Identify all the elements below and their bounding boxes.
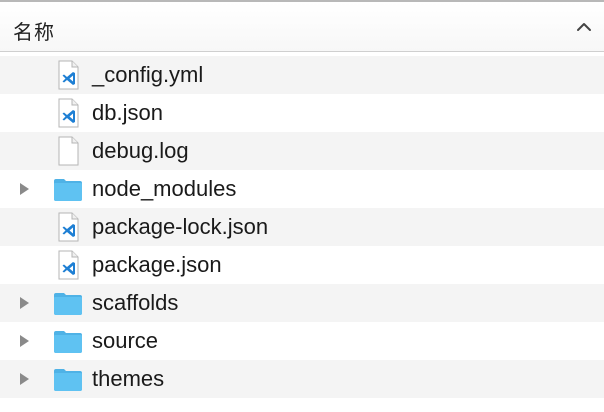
- file-name: debug.log: [92, 138, 189, 163]
- file-name: _config.yml: [92, 62, 204, 87]
- file-row[interactable]: scaffolds: [0, 284, 604, 322]
- folder-icon: [52, 363, 84, 395]
- folder-icon: [52, 287, 84, 319]
- file-row[interactable]: _config.yml: [0, 56, 604, 94]
- vscode-document-icon: [52, 211, 84, 243]
- vscode-document-icon: [52, 97, 84, 129]
- file-row[interactable]: debug.log: [0, 132, 604, 170]
- file-row[interactable]: node_modules: [0, 170, 604, 208]
- plain-document-icon: [52, 135, 84, 167]
- file-name: package-lock.json: [92, 214, 269, 239]
- file-name: package.json: [92, 252, 222, 277]
- sort-toggle-button[interactable]: [564, 2, 604, 52]
- vscode-document-icon: [52, 59, 84, 91]
- file-name: themes: [92, 366, 165, 391]
- disclosure-triangle-icon[interactable]: [16, 371, 32, 387]
- vscode-document-icon: [52, 249, 84, 281]
- folder-icon: [52, 173, 84, 205]
- disclosure-triangle-icon[interactable]: [16, 181, 32, 197]
- name-column-header[interactable]: 名称: [0, 0, 604, 52]
- file-name: node_modules: [92, 176, 237, 201]
- file-name: source: [92, 328, 159, 353]
- file-name: db.json: [92, 100, 163, 125]
- file-row[interactable]: themes: [0, 360, 604, 398]
- folder-icon: [52, 325, 84, 357]
- file-name: scaffolds: [92, 290, 179, 315]
- file-row[interactable]: db.json: [0, 94, 604, 132]
- file-list: _config.yml db.json debug.log node_modulesp…: [0, 56, 604, 398]
- column-title: 名称: [13, 20, 55, 44]
- file-row[interactable]: package.json: [0, 246, 604, 284]
- disclosure-triangle-icon[interactable]: [16, 295, 32, 311]
- chevron-up-icon: [577, 23, 591, 31]
- disclosure-triangle-icon[interactable]: [16, 333, 32, 349]
- file-row[interactable]: package-lock.json: [0, 208, 604, 246]
- file-row[interactable]: source: [0, 322, 604, 360]
- finder-list-view: 名称 _config.yml db.json debug.log node_modul…: [0, 0, 604, 412]
